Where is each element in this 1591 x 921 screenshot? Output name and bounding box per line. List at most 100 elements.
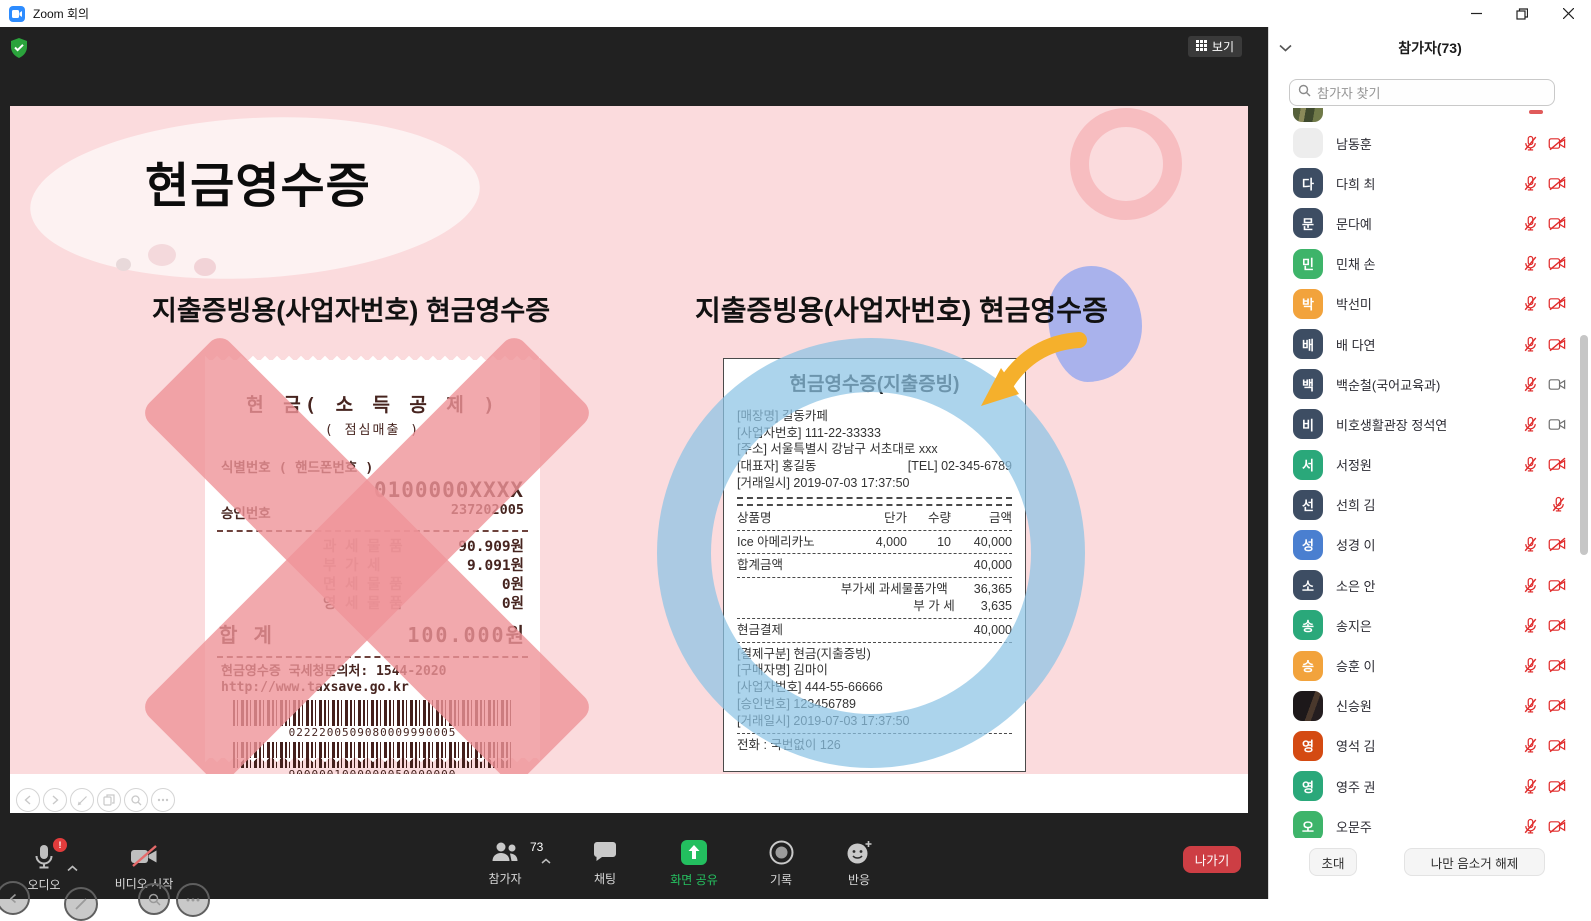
leave-meeting-button[interactable]: 나가기 [1183,846,1241,873]
mic-muted-icon [1522,376,1539,393]
receipt-divider [737,497,1012,506]
mic-muted-icon [1522,135,1539,152]
participant-row[interactable]: 문문다예 [1269,203,1591,243]
participant-status-icons [1522,295,1567,312]
video-off-icon [1548,296,1567,311]
participant-status-icons [1522,175,1567,192]
barcode-2-number: 9000001000000050000000 [205,768,540,774]
prev-slide-button[interactable] [16,788,40,812]
grid-view-icon [1196,40,1207,54]
slide-background: 현금영수증 지출증빙용(사업자번호) 현금영수증 지출증빙용(사업자번호) 현금… [10,106,1248,774]
participant-row[interactable]: 배배 다연 [1269,324,1591,364]
participant-row[interactable]: 영영석 김 [1269,726,1591,766]
video-on-icon [1548,377,1567,392]
avatar [1293,108,1323,122]
slide-panel-button[interactable] [97,788,121,812]
participant-name: 승훈 이 [1336,656,1376,675]
avatar: 선 [1293,490,1323,520]
search-placeholder: 참가자 찾기 [1317,83,1380,102]
avatar: 승 [1293,651,1323,681]
participant-status-icons [1522,617,1567,634]
chat-button[interactable]: 채팅 [566,840,644,887]
avatar: 민 [1293,249,1323,279]
avatar: 배 [1293,329,1323,359]
participant-row[interactable]: 남동훈 [1269,123,1591,163]
participant-row[interactable]: 다다희 최 [1269,163,1591,203]
participant-row[interactable]: 영영주 권 [1269,766,1591,806]
chat-icon [592,840,618,867]
blob-dot-decoration [116,258,131,271]
annotation-back-button[interactable] [0,881,30,915]
reactions-icon [846,840,873,868]
mic-muted-icon [1522,617,1539,634]
participant-row[interactable]: 신승원 [1269,686,1591,726]
zoom-app-icon [9,6,25,22]
participants-panel: 참가자(73) 참가자 찾기 남동훈다다희 최문문다예민민채 손박박선미배배 다… [1268,27,1591,899]
video-off-icon [1548,537,1567,552]
participant-row[interactable]: 민 민채 손 [1269,244,1591,284]
security-shield-icon[interactable] [10,38,28,58]
tel-line: [TEL] 02-345-6789 [908,458,1012,475]
participant-status-icons [1522,336,1567,353]
annotation-zoom-button[interactable] [138,883,170,915]
view-button[interactable]: 보기 [1188,36,1242,57]
video-off-icon [1548,698,1567,713]
window-titlebar: Zoom 회의 [0,0,1591,28]
participant-row[interactable]: 승 승훈 이 [1269,645,1591,685]
restore-button[interactable] [1499,0,1545,27]
share-screen-button[interactable]: 화면 공유 [655,840,733,888]
record-button[interactable]: 기록 [742,840,820,888]
panel-scrollbar-thumb[interactable] [1580,335,1588,555]
expense-proof-receipt: 현금영수증(지출증빙) [매장명] 길동카페[사업자번호] 111-22-333… [723,358,1026,772]
mic-muted-icon [1522,577,1539,594]
participant-row[interactable]: 박박선미 [1269,284,1591,324]
participant-status-icons [1522,456,1567,473]
participant-row[interactable]: 송송지은 [1269,605,1591,645]
receipt-info-line: [매장명] 길동카페 [737,408,1012,425]
participant-row[interactable]: 비비호생활관장 정석연 [1269,404,1591,444]
participant-row-partial[interactable] [1269,108,1591,123]
blob-dot-decoration [148,244,176,266]
annotation-more-button[interactable] [176,883,210,917]
mic-muted-icon [1522,416,1539,433]
reactions-button[interactable]: 반응 [820,840,898,888]
mic-muted-icon [1522,255,1539,272]
participant-name: 민채 손 [1336,254,1376,273]
slide-title: 현금영수증 [145,146,371,216]
pen-tool-button[interactable] [70,788,94,812]
participant-row[interactable]: 선선희 김 [1269,485,1591,525]
participants-panel-footer: 초대 나만 음소거 해제 [1269,838,1591,899]
share-screen-icon [681,840,707,868]
avatar: 다 [1293,168,1323,198]
minimize-button[interactable] [1453,0,1499,27]
receipt-info-line: [결제구분] 현금(지출증빙) [737,646,1012,663]
video-off-icon [1548,819,1567,834]
participant-row[interactable]: 서 서정원 [1269,445,1591,485]
participant-name: 서정원 [1336,455,1372,474]
next-slide-button[interactable] [43,788,67,812]
pink-ring-decoration [1070,108,1182,220]
close-button[interactable] [1545,0,1591,27]
annotation-pen-button[interactable] [64,887,98,921]
avatar: 서 [1293,450,1323,480]
audio-options-caret[interactable] [67,859,78,877]
participant-status-icons [1522,416,1567,433]
invite-button[interactable]: 초대 [1309,848,1357,876]
receipt-divider [737,530,1012,531]
participants-button[interactable]: 73 참가자 [466,840,544,887]
mic-muted-icon [1522,336,1539,353]
search-icon [1298,84,1311,102]
participant-status-icons [1522,577,1567,594]
more-tools-button[interactable] [151,788,175,812]
cash-row: 현금결제 40,000 [737,622,1012,639]
participant-status-icons [1522,737,1567,754]
shared-screen-slide: 현금영수증 지출증빙용(사업자번호) 현금영수증 지출증빙용(사업자번호) 현금… [10,106,1248,813]
zoom-tool-button[interactable] [124,788,148,812]
unmute-all-button[interactable]: 나만 음소거 해제 [1404,848,1545,876]
participant-search-input[interactable]: 참가자 찾기 [1289,79,1555,106]
participants-options-caret[interactable] [541,852,551,867]
participant-row[interactable]: 백백순철(국어교육과) [1269,364,1591,404]
participant-row[interactable]: 성성경 이 [1269,525,1591,565]
participant-row[interactable]: 소소은 안 [1269,565,1591,605]
avatar: 백 [1293,369,1323,399]
